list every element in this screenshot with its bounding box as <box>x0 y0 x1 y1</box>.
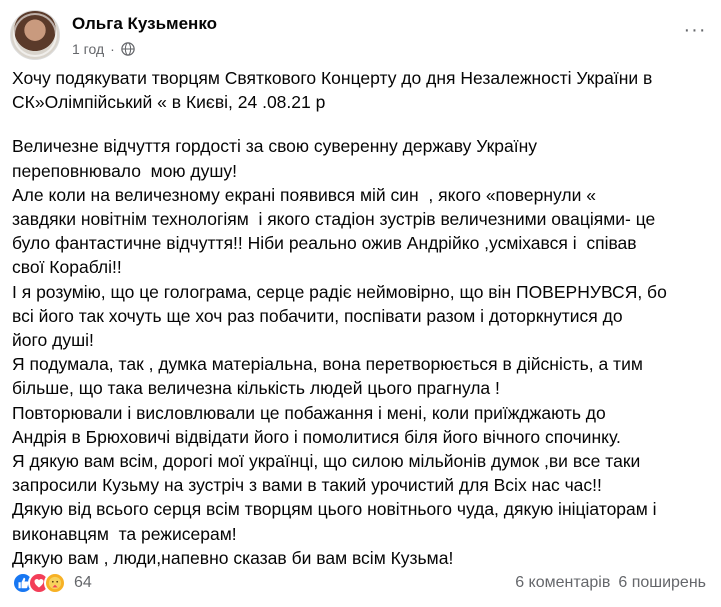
comments-count-link[interactable]: 6 коментарів <box>515 574 610 592</box>
post-paragraph-main: Величезне відчуття гордості за свою суве… <box>12 136 667 568</box>
globe-icon <box>121 42 135 56</box>
care-icon <box>44 572 66 594</box>
engagement-counts: 6 коментарів 6 поширень <box>515 574 706 592</box>
post-meta: 1 год · <box>72 41 135 57</box>
post-body: Хочу подякувати творцям Святкового Конце… <box>12 66 712 570</box>
post-paragraph-intro: Хочу подякувати творцям Святкового Конце… <box>12 68 653 113</box>
author-name[interactable]: Ольга Кузьменко <box>72 14 217 34</box>
post-footer: 64 6 коментарів 6 поширень <box>12 570 712 598</box>
reactions-summary[interactable]: 64 <box>12 572 92 594</box>
avatar[interactable] <box>10 10 60 60</box>
post-time[interactable]: 1 год <box>72 41 104 57</box>
shares-count-link[interactable]: 6 поширень <box>618 574 706 592</box>
reaction-count: 64 <box>74 574 92 591</box>
facebook-post: Ольга Кузьменко 1 год · ··· Хочу подякув… <box>0 0 721 607</box>
more-options-button[interactable]: ··· <box>680 18 710 42</box>
post-header: Ольга Кузьменко 1 год · ··· <box>10 6 710 62</box>
